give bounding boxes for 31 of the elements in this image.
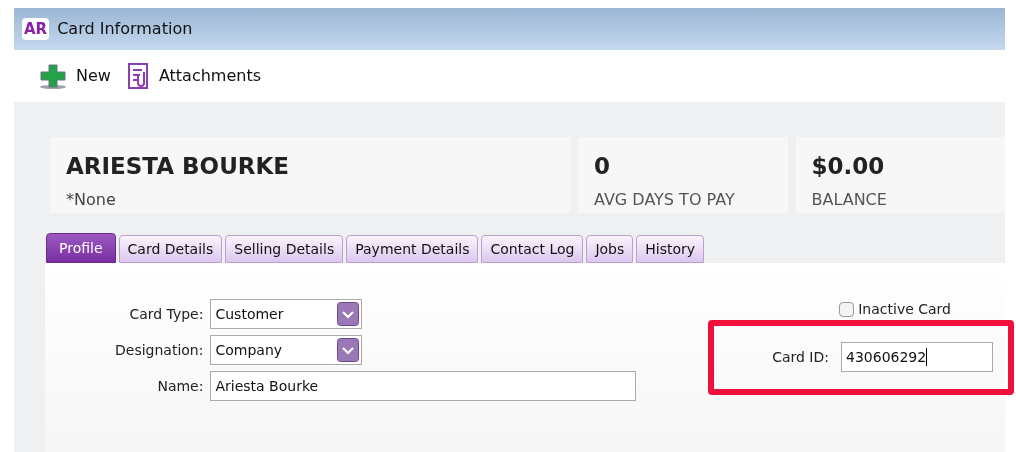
- stat-label: BALANCE: [811, 188, 888, 211]
- toolbar-button[interactable]: Attachments: [126, 62, 262, 90]
- tab[interactable]: Jobs: [586, 235, 634, 263]
- toolbar-button[interactable]: New: [38, 62, 111, 90]
- card-id-field[interactable]: 430606292: [841, 342, 993, 372]
- checkbox[interactable]: [839, 302, 855, 317]
- document-clip-icon: [126, 62, 151, 90]
- field-label: Card ID:: [772, 347, 829, 367]
- stat-value: $0.00: [811, 152, 886, 181]
- app-logo: AR: [22, 17, 50, 41]
- chevron-down-icon: [337, 302, 360, 326]
- field-label: Designation:: [115, 340, 204, 360]
- window-title: Card Information: [57, 18, 193, 40]
- plus-icon: [38, 62, 68, 90]
- stat-label: AVG DAYS TO PAY: [594, 188, 736, 211]
- tab[interactable]: Card Details: [118, 235, 223, 263]
- checkbox-label: Inactive Card: [858, 300, 951, 319]
- field-label: Card Type:: [128, 304, 204, 324]
- tab[interactable]: Profile: [46, 233, 116, 263]
- tab[interactable]: History: [636, 235, 705, 263]
- dropdown[interactable]: Customer: [210, 299, 363, 329]
- tab[interactable]: Payment Details: [346, 235, 479, 263]
- card-name: ARIESTA BOURKE: [66, 152, 291, 181]
- card-subtitle: *None: [66, 188, 117, 211]
- stat-value: 0: [594, 152, 611, 181]
- name-field[interactable]: Ariesta Bourke: [210, 371, 637, 401]
- tab[interactable]: Selling Details: [225, 235, 344, 263]
- tab[interactable]: Contact Log: [481, 235, 584, 263]
- dropdown[interactable]: Company: [210, 335, 363, 365]
- field-label: Name:: [156, 376, 204, 396]
- chevron-down-icon: [337, 338, 360, 362]
